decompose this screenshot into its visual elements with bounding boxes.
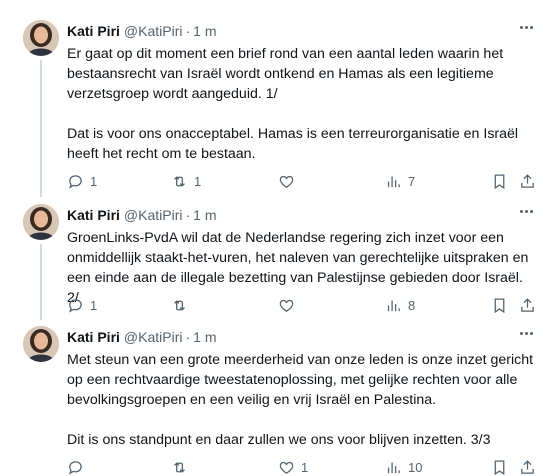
reply-icon [69,174,82,189]
author-name[interactable]: Kati Piri [67,206,120,224]
retweet-button[interactable]: 1 [171,172,201,190]
tweet-text: Met steun van een grote meerderheid van … [67,352,534,448]
views-count: 10 [408,459,423,475]
views-count: 8 [408,297,416,313]
bookmark-icon [494,297,505,313]
author-name[interactable]: Kati Piri [67,22,120,40]
bookmark-icon [494,459,505,475]
tweet-header: Kati Piri @KatiPiri · 1 m [67,22,537,40]
reply-button[interactable] [67,458,90,476]
like-button[interactable]: 1 [278,458,308,476]
timestamp[interactable]: 1 m [193,328,216,346]
thread-line [40,60,42,197]
avatar[interactable] [23,204,59,240]
timestamp[interactable]: 1 m [193,206,216,224]
more-icon[interactable] [515,202,537,220]
views-icon [387,176,400,187]
views-icon [387,300,400,311]
bookmark-button[interactable] [491,458,508,476]
share-button[interactable] [519,296,536,314]
like-button[interactable] [278,296,301,314]
retweet-icon [174,175,185,187]
reply-count: 1 [90,297,98,313]
author-handle[interactable]: @KatiPiri [124,328,183,346]
views-button[interactable]: 7 [385,172,415,190]
reply-button[interactable]: 1 [67,172,97,190]
heart-icon [279,299,294,312]
views-icon [387,462,400,473]
tweet-actions: 1 8 [67,296,537,314]
heart-icon [279,461,294,474]
retweet-button[interactable] [171,296,194,314]
reply-count: 1 [90,173,98,189]
avatar[interactable] [23,326,59,362]
timestamp[interactable]: 1 m [193,22,216,40]
reply-icon [69,298,82,313]
author-handle[interactable]: @KatiPiri [124,206,183,224]
share-button[interactable] [519,172,536,190]
retweet-icon [174,299,185,311]
bookmark-button[interactable] [491,296,508,314]
thread-line [40,244,42,320]
reply-button[interactable]: 1 [67,296,97,314]
avatar[interactable] [23,20,59,56]
like-button[interactable] [278,172,301,190]
tweet-header: Kati Piri @KatiPiri · 1 m [67,206,537,224]
retweet-button[interactable] [171,458,194,476]
bookmark-icon [494,173,505,189]
tweet-actions: 1 10 [67,458,537,476]
tweet-actions: 1 1 7 [67,172,537,190]
retweet-count: 1 [194,173,202,189]
views-button[interactable]: 10 [385,458,422,476]
author-handle[interactable]: @KatiPiri [124,22,183,40]
author-name[interactable]: Kati Piri [67,328,120,346]
views-button[interactable]: 8 [385,296,415,314]
tweet-text: Er gaat op dit moment een brief rond van… [67,46,519,162]
more-icon[interactable] [515,18,537,36]
retweet-icon [174,461,185,473]
heart-icon [279,175,294,188]
reply-icon [69,460,82,475]
share-icon [521,297,534,312]
share-button[interactable] [519,458,536,476]
share-icon [521,173,534,188]
more-icon[interactable] [515,324,537,342]
views-count: 7 [408,173,416,189]
share-icon [521,459,534,474]
separator: · [185,23,191,39]
separator: · [185,329,191,345]
bookmark-button[interactable] [491,172,508,190]
tweet-header: Kati Piri @KatiPiri · 1 m [67,328,537,346]
like-count: 1 [301,459,309,475]
tweet-thread: Kati Piri @KatiPiri · 1 m Er gaat op dit… [0,0,555,475]
separator: · [185,207,191,223]
